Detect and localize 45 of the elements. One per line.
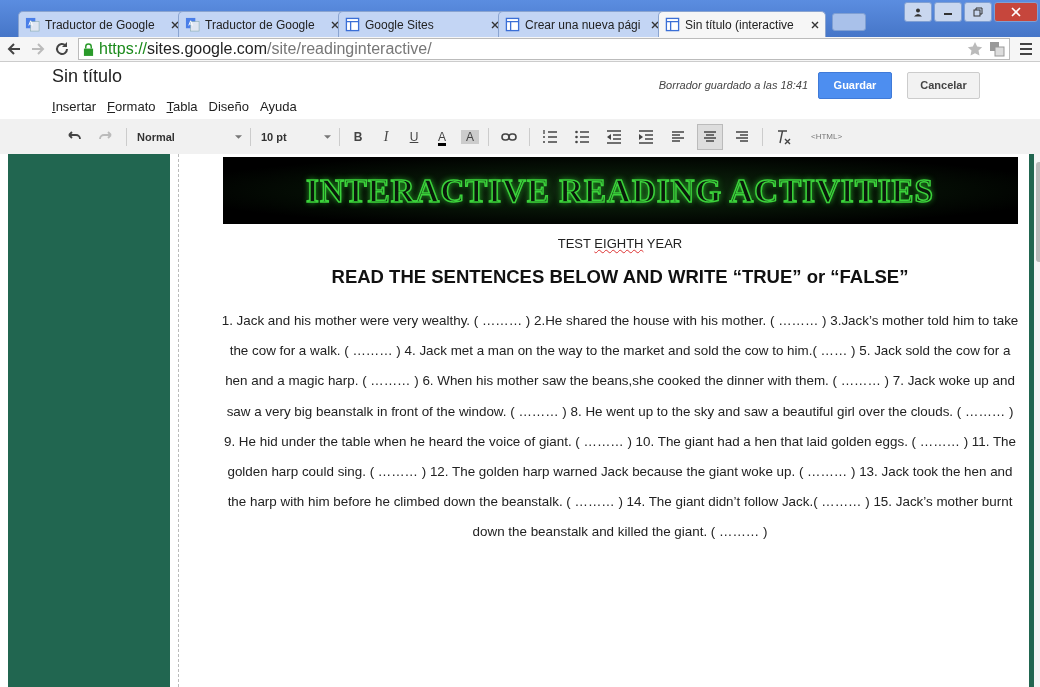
user-icon <box>913 7 923 17</box>
question-paragraph: 1. Jack and his mother were very wealthy. ( ……… ) 2.He shared the house with his mother. ( ……… ) 3.Jack’s mother told him to take the cow for a walk. ( ……… ) 4. Jack met a man on the way to the market and sold the cow to him.( …… ) 5. Jack sold the cow for a hen and a magic harp. ( ……… ) 6. When his mother saw the beans,she cooked the dinner with them. ( ……… ) 7. Jack woke up and saw a very big beanstalk in front of the window. ( ……… ) 8. He went up to the sky and saw a beautiful girl over the clouds. ( ……… ) 9. He hid under the table when he heard the voice of giant. ( ……… ) 10. The giant had a hen that laid golden eggs. ( ……… ) 11. The golden harp could sing. ( ……… ) 12. The golden harp warned Jack because the giant woke up. ( ……… ) 13. Jack took the hen and the harp with him before he climbed down the beanstalk. ( ……… ) 14. The giant didn’t follow Jack.( ……… ) 15. Jack’s mother burnt down the beanstalk and killed the giant. ( ……… ) <box>221 312 1019 542</box>
underline-button[interactable]: U <box>400 129 428 144</box>
close-icon <box>1011 7 1021 17</box>
subtitle: TEST EIGHTH YEAR <box>557 236 683 251</box>
restore-icon <box>973 7 983 17</box>
caret-icon <box>324 134 331 139</box>
back-icon[interactable] <box>6 41 22 57</box>
style-dropdown[interactable]: Normal <box>131 130 246 143</box>
menu-item[interactable]: Diseño <box>208 99 250 114</box>
page-title: Sin título <box>52 66 124 87</box>
close-button[interactable] <box>994 2 1038 22</box>
cancel-button[interactable]: Cancelar <box>907 71 980 99</box>
clear-formatting-icon[interactable] <box>775 128 791 145</box>
italic-button[interactable]: I <box>372 128 400 145</box>
highlight-button[interactable]: A <box>461 129 479 144</box>
menu-item[interactable]: Tabla <box>166 99 198 114</box>
star-icon[interactable] <box>967 41 983 57</box>
caret-icon <box>235 134 242 139</box>
menu-icon[interactable] <box>1018 41 1034 57</box>
draft-status: Borrador guardado a las 18:41 <box>658 79 808 91</box>
page-icon <box>505 17 520 32</box>
indent-icon[interactable] <box>638 128 654 145</box>
user-button[interactable] <box>904 2 932 22</box>
address-bar[interactable]: https://sites.google.com/site/readinginteractive/ <box>78 38 1010 60</box>
page-icon <box>665 17 680 32</box>
lock-icon <box>83 42 94 56</box>
minimize-button[interactable] <box>934 2 962 22</box>
browser-tab[interactable]: Sin título (interactive <box>658 11 826 37</box>
reload-icon[interactable] <box>54 41 70 57</box>
align-center-icon[interactable] <box>697 123 723 150</box>
banner: INTERACTIVE READING ACTIVITIES <box>222 157 1018 224</box>
menu-item[interactable]: Formato <box>107 99 156 114</box>
html-button[interactable]: <HTML> <box>805 131 849 142</box>
bulleted-list-icon[interactable] <box>574 128 590 145</box>
outdent-icon[interactable] <box>606 128 622 145</box>
font-color-button[interactable]: A <box>428 129 456 144</box>
bold-button[interactable]: B <box>344 129 372 144</box>
menu-item[interactable]: Ayuda <box>260 99 297 114</box>
menu-item[interactable]: Insertar <box>52 99 97 114</box>
heading: READ THE SENTENCES BELOW AND WRITE “TRUE” or “FALSE” <box>331 266 909 288</box>
numbered-list-icon[interactable] <box>542 128 558 145</box>
close-icon[interactable] <box>811 20 819 29</box>
font-size-dropdown[interactable]: 10 pt <box>255 130 335 143</box>
page-icon <box>345 17 360 32</box>
